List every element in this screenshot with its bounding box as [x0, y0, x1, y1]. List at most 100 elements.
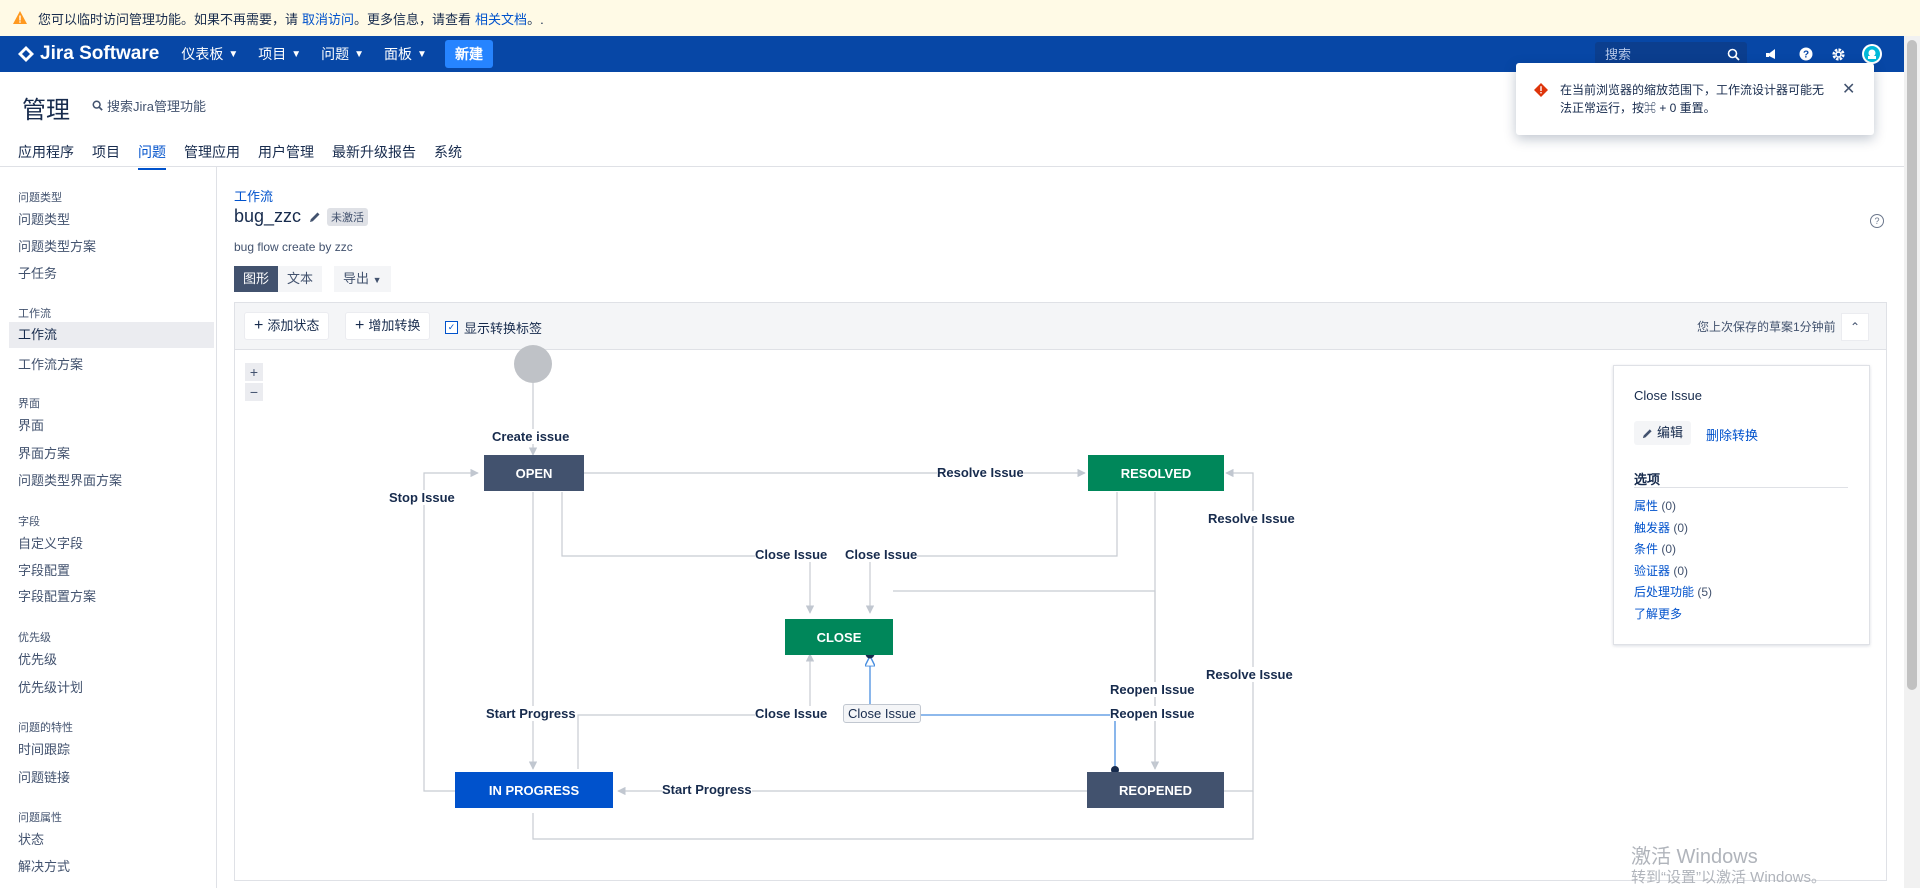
option-count: (0) — [1661, 499, 1677, 513]
banner-text: 您可以临时访问管理功能。如果不再需要，请 — [38, 11, 299, 27]
transition-label[interactable]: Resolve Issue — [1208, 511, 1295, 526]
sidebar-item-statuses[interactable]: 状态 — [18, 829, 44, 848]
scrollbar-thumb[interactable] — [1907, 40, 1917, 690]
workflow-description: bug flow create by zzc — [234, 240, 353, 254]
properties-link[interactable]: 属性 — [1634, 499, 1658, 513]
option-count: (0) — [1661, 542, 1677, 556]
banner-text-end: 。. — [527, 11, 544, 27]
sidebar-heading: 工作流 — [18, 308, 51, 320]
transition-label[interactable]: Close Issue — [755, 547, 828, 562]
top-search-input[interactable] — [1603, 45, 1727, 63]
sidebar-item-time-tracking[interactable]: 时间跟踪 — [18, 739, 70, 758]
status-badge: 未激活 — [327, 207, 369, 226]
learn-more-link[interactable]: 了解更多 — [1634, 607, 1682, 621]
transition-label[interactable]: Close Issue — [755, 706, 828, 721]
sidebar-item-issue-type-screen-schemes[interactable]: 问题类型界面方案 — [18, 470, 122, 489]
breadcrumb[interactable]: 工作流 — [234, 186, 273, 205]
transition-label-selected[interactable]: Close Issue — [843, 704, 921, 723]
banner-text-middle: 。更多信息，请查看 — [354, 11, 472, 27]
transition-label[interactable]: Create issue — [492, 429, 570, 444]
status-reopened[interactable]: REOPENED — [1087, 772, 1224, 808]
options-heading: 选项 — [1634, 472, 1661, 487]
option-count: (0) — [1673, 564, 1689, 578]
status-in-progress[interactable]: IN PROGRESS — [455, 772, 613, 808]
svg-text:?: ? — [1803, 50, 1809, 61]
sidebar-item-issue-type-schemes[interactable]: 问题类型方案 — [18, 236, 96, 255]
diagram-view-button[interactable]: 图形 — [234, 266, 279, 292]
export-button[interactable]: 导出 ▼ — [334, 266, 391, 292]
help-icon[interactable]: ? — [1796, 44, 1816, 64]
nav-projects[interactable]: 项目 ▼ — [258, 44, 301, 64]
transition-label[interactable]: Stop Issue — [389, 490, 455, 505]
cancel-access-link[interactable]: 取消访问 — [302, 9, 354, 28]
sidebar-item-workflow-schemes[interactable]: 工作流方案 — [18, 354, 83, 373]
sidebar-heading: 问题类型 — [18, 192, 62, 204]
option-validators: 验证器 (0) — [1634, 562, 1688, 579]
admin-search-label: 搜索Jira管理功能 — [107, 99, 206, 114]
option-conditions: 条件 (0) — [1634, 540, 1676, 557]
chevron-down-icon: ▼ — [291, 48, 302, 60]
conditions-link[interactable]: 条件 — [1634, 542, 1658, 556]
search-icon — [92, 100, 103, 111]
chevron-down-icon: ▼ — [228, 48, 239, 60]
sidebar-item-priorities[interactable]: 优先级 — [18, 649, 57, 668]
create-button[interactable]: 新建 — [444, 40, 493, 68]
pencil-icon[interactable] — [309, 211, 321, 223]
option-post-functions: 后处理功能 (5) — [1634, 583, 1712, 600]
sidebar-item-resolutions[interactable]: 解决方式 — [18, 856, 70, 875]
sidebar-item-custom-fields[interactable]: 自定义字段 — [18, 533, 83, 552]
admin-search[interactable]: 搜索Jira管理功能 — [92, 96, 206, 115]
sidebar-item-issue-types[interactable]: 问题类型 — [18, 209, 70, 228]
chevron-down-icon: ▼ — [417, 48, 427, 60]
status-resolved[interactable]: RESOLVED — [1088, 455, 1224, 491]
workflow-name: bug_zzc — [234, 206, 302, 226]
sidebar-item-subtasks[interactable]: 子任务 — [18, 263, 57, 282]
page-title: 管理 — [22, 97, 70, 124]
nav-issues[interactable]: 问题 ▼ — [321, 44, 364, 64]
sidebar-item-priority-schemes[interactable]: 优先级计划 — [18, 677, 83, 696]
sidebar-item-issue-linking[interactable]: 问题链接 — [18, 767, 70, 786]
transition-lines — [423, 345, 1254, 840]
workflow-title: bug_zzc 未激活 — [234, 206, 369, 227]
triggers-link[interactable]: 触发器 — [1634, 521, 1670, 535]
sidebar-item-field-configurations[interactable]: 字段配置 — [18, 560, 70, 579]
logo-text: Jira Software — [40, 43, 160, 64]
post-functions-link[interactable]: 后处理功能 — [1634, 585, 1694, 599]
windows-watermark-title: 激活 Windows — [1631, 846, 1758, 868]
transition-properties-panel: Close Issue 编辑 删除转换 选项 属性 (0) 触发器 (0) 条件… — [1613, 365, 1870, 645]
docs-link[interactable]: 相关文档 — [475, 9, 527, 28]
option-count: (0) — [1673, 521, 1689, 535]
delete-transition-link[interactable]: 删除转换 — [1706, 425, 1758, 444]
sidebar-heading: 优先级 — [18, 632, 51, 644]
sidebar-item-screens[interactable]: 界面 — [18, 415, 44, 434]
transition-label[interactable]: Close Issue — [845, 547, 918, 562]
admin-sidebar: 问题类型 问题类型 问题类型方案 子任务 工作流 工作流 工作流方案 界面 界面… — [0, 167, 217, 888]
nav-boards[interactable]: 面板 ▼ — [384, 44, 427, 64]
transition-label[interactable]: Reopen Issue — [1110, 682, 1195, 697]
settings-icon[interactable] — [1828, 44, 1848, 64]
avatar[interactable] — [1862, 44, 1882, 64]
pencil-icon — [1642, 428, 1652, 438]
nav-dashboards[interactable]: 仪表板 ▼ — [181, 44, 238, 64]
close-icon[interactable]: ✕ — [1842, 79, 1855, 99]
validators-link[interactable]: 验证器 — [1634, 564, 1670, 578]
status-open[interactable]: OPEN — [484, 455, 584, 491]
notifications-icon[interactable] — [1762, 44, 1782, 64]
help-icon[interactable]: ? — [1870, 214, 1884, 228]
panel-title: Close Issue — [1634, 388, 1702, 403]
transition-label[interactable]: Reopen Issue — [1110, 706, 1195, 721]
jira-icon — [18, 46, 34, 62]
transition-label[interactable]: Resolve Issue — [1206, 667, 1293, 682]
sidebar-item-screen-schemes[interactable]: 界面方案 — [18, 443, 70, 462]
sidebar-item-workflows[interactable]: 工作流 — [9, 322, 214, 348]
status-close[interactable]: CLOSE — [785, 619, 893, 655]
transition-label[interactable]: Resolve Issue — [937, 465, 1024, 480]
jira-logo[interactable]: Jira Software — [18, 43, 159, 65]
transition-label[interactable]: Start Progress — [662, 782, 752, 797]
toast-text: 在当前浏览器的缩放范围下，工作流设计器可能无法正常运行，按⌘ + 0 重置。 — [1560, 83, 1825, 115]
edit-button[interactable]: 编辑 — [1634, 421, 1692, 445]
text-view-button[interactable]: 文本 — [278, 266, 323, 292]
sidebar-item-field-config-schemes[interactable]: 字段配置方案 — [18, 586, 96, 605]
transition-label[interactable]: Start Progress — [486, 706, 576, 721]
search-icon — [1727, 48, 1740, 61]
